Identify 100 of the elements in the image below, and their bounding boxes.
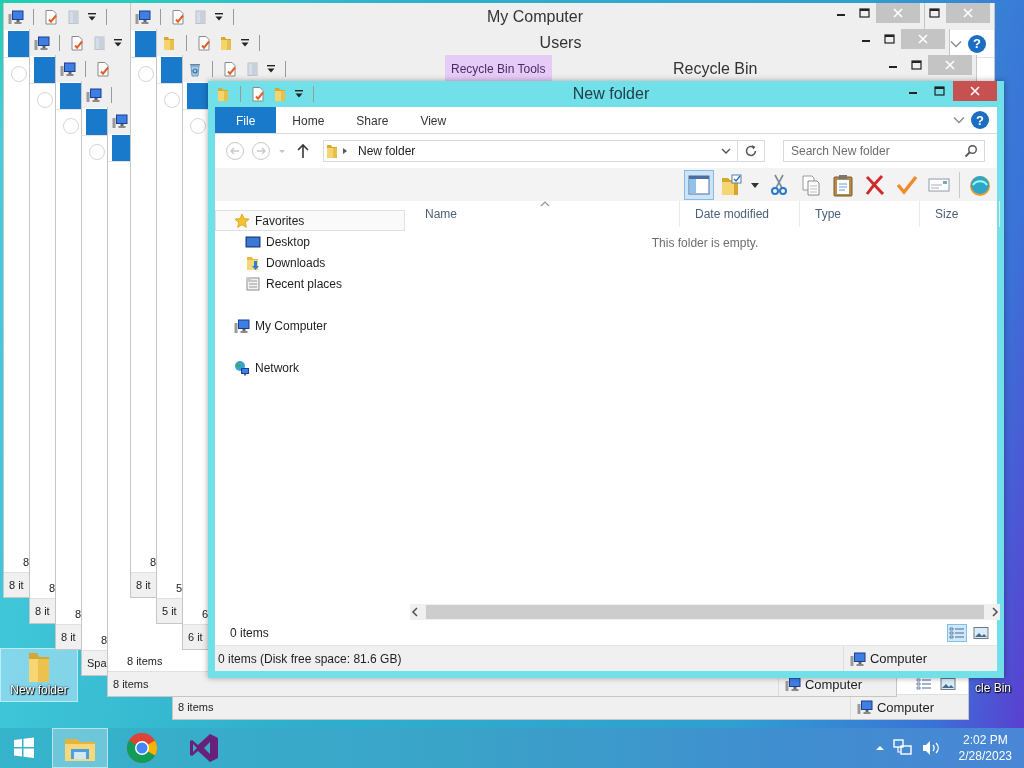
item-count: 5 bbox=[176, 582, 183, 594]
maximize-icon[interactable] bbox=[858, 8, 870, 18]
windows-logo-icon[interactable] bbox=[13, 737, 35, 759]
status-text: Spa bbox=[87, 657, 107, 669]
close-icon[interactable] bbox=[970, 86, 980, 96]
document-check-icon[interactable] bbox=[95, 60, 111, 77]
sidebar-item[interactable]: Desktop bbox=[215, 231, 405, 252]
sidebar-item[interactable]: My Computer bbox=[215, 315, 405, 336]
status-text: 0 items (Disk free space: 81.6 GB) bbox=[218, 651, 402, 666]
scroll-right-icon[interactable] bbox=[990, 606, 1000, 618]
clock-time[interactable]: 2:02 PM bbox=[962, 732, 1008, 748]
column-header[interactable]: Size bbox=[920, 201, 1000, 227]
document-check-icon[interactable] bbox=[222, 60, 238, 77]
computer-icon[interactable] bbox=[60, 60, 76, 77]
window-title: Users bbox=[538, 33, 583, 52]
file-tab[interactable] bbox=[187, 83, 209, 109]
item-count: 6 bbox=[202, 608, 209, 620]
maximize-icon[interactable] bbox=[934, 86, 945, 96]
item-count: 0 items bbox=[230, 625, 269, 640]
location-label: Computer bbox=[876, 699, 934, 715]
shortcut-label: New folder bbox=[10, 683, 68, 697]
computer-icon[interactable] bbox=[86, 86, 102, 103]
column-header[interactable]: Name bbox=[410, 201, 680, 227]
file-tab[interactable] bbox=[161, 57, 183, 83]
network-icon bbox=[234, 359, 250, 376]
search-field[interactable]: Search New folder bbox=[783, 140, 985, 162]
scrollbar-thumb[interactable] bbox=[426, 605, 984, 619]
star-icon bbox=[234, 212, 250, 229]
folder-icon[interactable] bbox=[218, 34, 234, 51]
document-check-icon[interactable] bbox=[170, 8, 186, 25]
ribbon-tab[interactable]: Home bbox=[276, 107, 341, 133]
status-text: 5 it bbox=[162, 605, 177, 617]
chevron-down-icon[interactable] bbox=[721, 147, 731, 155]
item-count: 8 bbox=[23, 556, 30, 568]
status-text: 8 it bbox=[136, 579, 151, 591]
recent-places-icon bbox=[245, 275, 261, 292]
file-tab[interactable] bbox=[135, 31, 157, 57]
computer-icon bbox=[856, 699, 873, 715]
document-check-icon[interactable] bbox=[69, 34, 85, 51]
network-icon[interactable] bbox=[892, 739, 913, 757]
sidebar-label: Recent places bbox=[266, 276, 343, 291]
computer-icon bbox=[784, 676, 801, 692]
column-header[interactable]: Date modified bbox=[680, 201, 800, 227]
horizontal-scrollbar[interactable] bbox=[410, 604, 1000, 620]
item-count: 8 items bbox=[127, 655, 163, 667]
refresh-icon[interactable] bbox=[744, 144, 758, 158]
sidebar-label: Desktop bbox=[266, 234, 311, 249]
status-text: 8 items bbox=[113, 678, 149, 690]
computer-icon bbox=[234, 317, 250, 334]
sidebar-label: Favorites bbox=[255, 213, 305, 228]
location-label: Computer bbox=[804, 676, 862, 692]
document-check-icon[interactable] bbox=[250, 86, 266, 102]
context-tab[interactable]: Recycle Bin Tools bbox=[445, 55, 552, 82]
folder-icon bbox=[324, 143, 340, 159]
download-folder-icon bbox=[245, 254, 261, 271]
computer-icon[interactable] bbox=[8, 8, 24, 25]
show-hidden-icons-icon[interactable] bbox=[874, 743, 885, 753]
sidebar-item[interactable]: Downloads bbox=[215, 252, 405, 273]
computer-icon[interactable] bbox=[112, 112, 128, 129]
sidebar-item[interactable]: Favorites bbox=[215, 210, 405, 231]
empty-folder-message: This folder is empty. bbox=[651, 236, 759, 250]
file-tab[interactable]: File bbox=[215, 107, 277, 133]
status-text: 8 it bbox=[35, 605, 50, 617]
document-check-icon[interactable] bbox=[43, 8, 59, 25]
ribbon-tab[interactable]: View bbox=[404, 107, 463, 133]
visual-studio-icon[interactable] bbox=[188, 732, 220, 764]
item-count: 8 bbox=[101, 634, 108, 646]
file-explorer-button[interactable] bbox=[52, 728, 108, 768]
window-title: Recycle Bin bbox=[672, 59, 759, 78]
breadcrumb-item[interactable]: New folder bbox=[358, 144, 416, 158]
sidebar-item[interactable]: Network bbox=[215, 357, 405, 378]
maximize-icon[interactable] bbox=[928, 8, 940, 18]
status-text: 8 items bbox=[178, 701, 214, 713]
help-button[interactable]: ? bbox=[971, 111, 989, 129]
speaker-icon[interactable] bbox=[920, 739, 941, 757]
maximize-icon[interactable] bbox=[910, 60, 922, 70]
help-button[interactable]: ? bbox=[968, 34, 986, 53]
desktop-icon bbox=[245, 233, 261, 250]
computer-icon[interactable] bbox=[34, 34, 50, 51]
status-text: 6 it bbox=[188, 631, 203, 643]
sidebar-label: Downloads bbox=[266, 255, 326, 270]
desktop-shortcut[interactable]: cle Bin bbox=[973, 681, 1014, 695]
status-text: 8 it bbox=[61, 631, 76, 643]
address-bar[interactable]: New folder bbox=[323, 140, 765, 162]
clock-date[interactable]: 2/28/2023 bbox=[958, 748, 1012, 764]
search-icon[interactable] bbox=[964, 144, 978, 158]
ribbon-tab[interactable]: Share bbox=[340, 107, 405, 133]
scroll-left-icon[interactable] bbox=[410, 606, 420, 618]
window-title: My Computer bbox=[486, 7, 584, 26]
computer-icon[interactable] bbox=[135, 8, 151, 25]
chrome-icon[interactable] bbox=[126, 732, 158, 764]
document-check-icon[interactable] bbox=[196, 34, 212, 51]
computer-icon bbox=[849, 650, 866, 667]
sidebar-item[interactable]: Recent places bbox=[215, 273, 405, 294]
maximize-icon[interactable] bbox=[883, 34, 895, 44]
item-count: 8 bbox=[150, 556, 157, 568]
item-count: 8 bbox=[49, 582, 56, 594]
folder-icon[interactable] bbox=[161, 34, 177, 51]
sidebar-label: My Computer bbox=[255, 318, 328, 333]
column-header[interactable]: Type bbox=[800, 201, 920, 227]
